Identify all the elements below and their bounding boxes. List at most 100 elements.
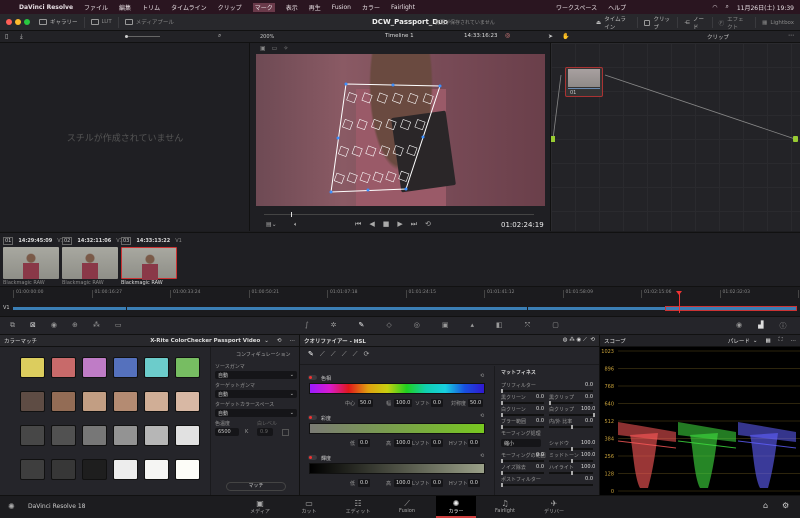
prefilter-value[interactable]: 0.0 (581, 382, 593, 388)
stop-icon[interactable]: ■ (383, 220, 390, 229)
white-clip-value[interactable]: 100.0 (581, 406, 593, 412)
timeline-selector[interactable]: Timeline 1 (385, 33, 414, 39)
sat-low-input[interactable]: 0.0 (358, 439, 370, 447)
blur-radius-slider[interactable] (501, 426, 544, 428)
color-swatch[interactable] (20, 391, 45, 412)
picker-plus-icon[interactable]: ⟋ (331, 350, 336, 361)
menu-fusion[interactable]: Fusion (332, 4, 351, 11)
pointer-tool-icon[interactable]: ➤ (548, 33, 553, 40)
timeline-button[interactable]: ⏏タイムライン (590, 17, 638, 28)
expand-icon[interactable]: ⛶ (779, 337, 783, 344)
chevron-down-icon[interactable]: ⌄ (264, 338, 269, 344)
timeline-playhead[interactable] (679, 291, 680, 313)
luminance-range-bar[interactable] (309, 463, 485, 474)
page-tab[interactable]: ▭カット (289, 496, 329, 518)
key-icon[interactable]: ◧ (496, 321, 503, 330)
rgb-mixer-icon[interactable]: ⁂ (93, 321, 100, 330)
menu-clip[interactable]: クリップ (218, 3, 242, 12)
lum-high-input[interactable]: 100.0 (394, 479, 412, 487)
effects-button[interactable]: Ⓕエフェクト (713, 17, 756, 28)
clip-thumbnail[interactable] (3, 247, 59, 279)
hand-tool-icon[interactable]: ✋ (562, 33, 569, 40)
blur-icon[interactable]: ▴ (471, 321, 475, 330)
hue-symmetry-input[interactable]: 50.0 (468, 399, 483, 407)
color-swatch[interactable] (175, 357, 200, 378)
window-icon[interactable]: ◇ (386, 321, 391, 330)
reverse-icon[interactable]: ◀ (369, 220, 374, 229)
tracker-icon[interactable]: ◎ (414, 321, 420, 330)
minimize-window-button[interactable] (15, 19, 21, 25)
hue-width-input[interactable]: 100.0 (394, 399, 412, 407)
source-gamma-dropdown[interactable]: 自動⌄ (215, 371, 297, 379)
source-timecode[interactable]: 14:33:16:23 (464, 33, 498, 39)
white-clip-slider[interactable] (549, 414, 593, 416)
import-icon[interactable]: ⤓ (20, 33, 23, 41)
qualifier-mode-icons[interactable]: ◍ ⁂ ◉ ⟋ ⟲ (563, 337, 595, 344)
hue-range-bar[interactable] (309, 383, 485, 394)
info-icon[interactable]: ⓘ (780, 321, 787, 331)
clip-thumbnail[interactable] (62, 247, 118, 279)
color-swatch[interactable] (144, 357, 169, 378)
sat-high-input[interactable]: 100.0 (394, 439, 412, 447)
timeline-clip-3-selected[interactable] (665, 306, 797, 311)
hue-reset-icon[interactable]: ⟲ (480, 373, 484, 379)
picker-icon[interactable]: ✎ (308, 350, 314, 361)
node-button[interactable]: ⋲ノード (678, 17, 712, 28)
scope-mode-dropdown[interactable]: パレード (728, 337, 750, 345)
in-out-ratio-value[interactable]: 0.0 (581, 418, 593, 424)
loop-icon[interactable]: ⟲ (425, 220, 431, 229)
lut-button[interactable]: LUT (85, 17, 119, 28)
viewer-scrubber[interactable] (264, 214, 534, 215)
gallery-button[interactable]: ギャラリー (33, 17, 85, 28)
more-options-icon[interactable]: ⋯ (791, 338, 797, 344)
blur-radius-value[interactable]: 0.0 (532, 418, 544, 424)
wifi-icon[interactable]: ◠ (712, 4, 717, 11)
close-window-button[interactable] (6, 19, 12, 25)
menu-help[interactable]: ヘルプ (608, 3, 626, 12)
chart-alignment-overlay[interactable] (256, 54, 545, 206)
color-swatch[interactable] (51, 391, 76, 412)
audio-icon[interactable]: 🔈︎ (294, 221, 298, 229)
postfilter-slider[interactable] (501, 484, 593, 486)
black-clean-slider[interactable] (501, 402, 544, 404)
color-swatch[interactable] (51, 459, 76, 480)
color-swatch[interactable] (113, 425, 138, 446)
node-clip-mode-dropdown[interactable]: クリップ (707, 33, 729, 41)
hue-center-input[interactable]: 50.0 (358, 399, 373, 407)
hue-toggle[interactable] (308, 375, 317, 380)
page-tab[interactable]: ✈デリバー (534, 496, 574, 518)
thumbnail-size-slider[interactable] (125, 36, 160, 37)
target-colorspace-dropdown[interactable]: 自動⌄ (215, 409, 297, 417)
chevron-down-icon[interactable]: ⌄ (753, 338, 758, 344)
chart-type-dropdown[interactable]: X-Rite ColorChecker Passport Video (150, 338, 260, 344)
white-level-checkbox[interactable] (282, 429, 289, 436)
color-swatch[interactable] (82, 425, 107, 446)
split-view-icon[interactable]: ▣ (260, 45, 266, 52)
picker-minus-icon[interactable]: ⟋ (320, 350, 325, 361)
color-swatch[interactable] (113, 357, 138, 378)
menu-file[interactable]: ファイル (84, 3, 108, 12)
loop-mode-icon[interactable]: ▤⌄ (266, 221, 277, 228)
menu-mark[interactable]: マーク (253, 3, 275, 12)
clip-thumbnail[interactable] (121, 247, 177, 279)
black-clip-slider[interactable] (549, 402, 593, 404)
saturation-range-bar[interactable] (309, 423, 485, 434)
color-swatch[interactable] (144, 425, 169, 446)
color-swatch[interactable] (175, 459, 200, 480)
page-tab[interactable]: ♫Fairlight (485, 496, 525, 518)
scrubber-playhead[interactable] (291, 212, 292, 217)
hdr-wheels-icon[interactable]: ⊕ (72, 321, 78, 330)
color-match-icon[interactable]: ⊠ (30, 321, 36, 330)
lum-lsoft-input[interactable]: 0.0 (431, 479, 443, 487)
scope-settings-icon[interactable]: ▦ (765, 338, 770, 344)
white-clean-value[interactable]: 0.0 (532, 406, 544, 412)
color-swatch[interactable] (82, 357, 107, 378)
color-swatch[interactable] (175, 425, 200, 446)
camera-raw-icon[interactable]: ⧉ (10, 321, 15, 330)
target-gamma-dropdown[interactable]: 自動⌄ (215, 390, 297, 398)
timeline-clip-2b[interactable] (528, 307, 665, 310)
highlight-icon[interactable]: ✧ (283, 45, 288, 52)
color-swatch[interactable] (82, 459, 107, 480)
prefilter-slider[interactable] (501, 390, 593, 392)
media-pool-button[interactable]: メディアプール (119, 17, 180, 28)
